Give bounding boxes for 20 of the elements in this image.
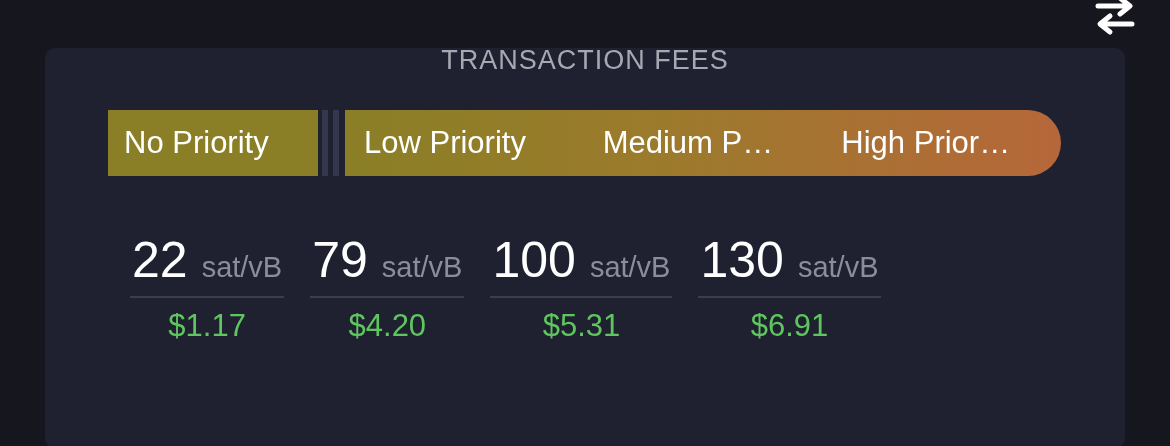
fee-price: $1.17 bbox=[167, 308, 247, 344]
fee-value: 100 bbox=[492, 232, 576, 288]
priority-label[interactable]: High Prior… bbox=[822, 110, 1061, 176]
fee-price: $5.31 bbox=[541, 308, 622, 344]
priority-label[interactable]: Low Priority bbox=[345, 110, 584, 176]
fee-price: $4.20 bbox=[347, 308, 428, 344]
fee-unit: sat/vB bbox=[201, 251, 283, 284]
fee-value: 130 bbox=[700, 232, 784, 288]
priority-label[interactable]: Medium P… bbox=[583, 110, 823, 176]
divider-strip bbox=[322, 110, 328, 176]
fee-value: 79 bbox=[312, 232, 368, 288]
fee-value: 22 bbox=[132, 232, 188, 288]
swap-arrows-icon[interactable] bbox=[1094, 0, 1136, 36]
fee-unit: sat/vB bbox=[381, 251, 463, 284]
divider-strip bbox=[333, 110, 339, 176]
section-title: TRANSACTION FEES bbox=[441, 44, 729, 76]
priority-segment[interactable]: No Priority bbox=[108, 110, 318, 176]
fee-unit: sat/vB bbox=[797, 251, 879, 284]
fee-unit: sat/vB bbox=[589, 251, 671, 284]
fee-price: $6.91 bbox=[749, 308, 830, 344]
